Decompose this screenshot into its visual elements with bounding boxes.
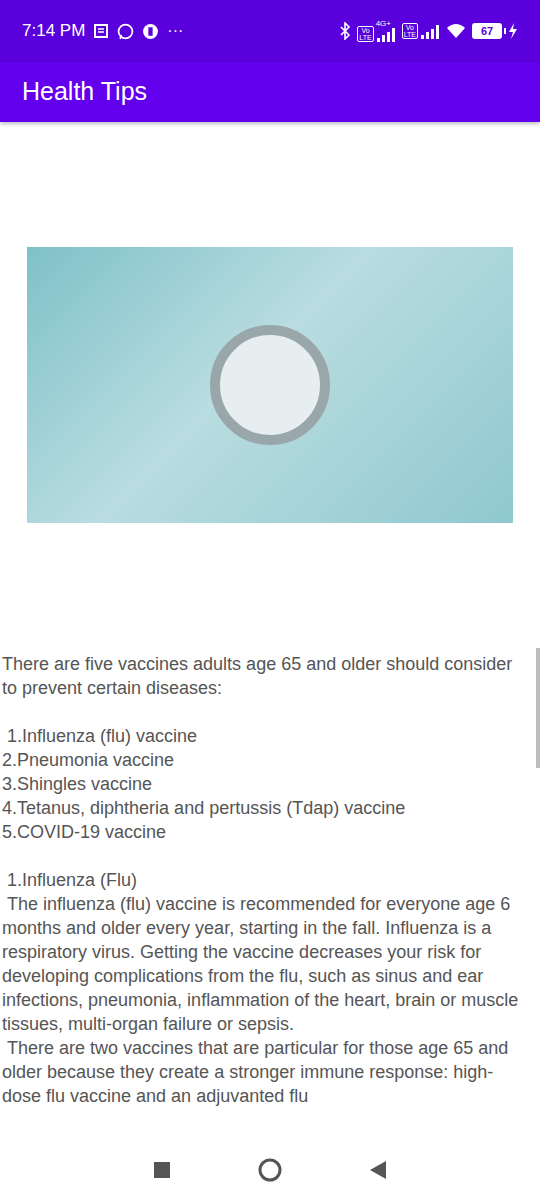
- sim-signal: VoLTE4G+: [357, 20, 395, 42]
- vaccine-list-item: 3.Shingles vaccine: [2, 772, 530, 796]
- vaccine-photo: [27, 247, 513, 523]
- vaccine-list-item: 2.Pneumonia vaccine: [2, 748, 530, 772]
- app-title: Health Tips: [22, 73, 147, 111]
- status-time: 7:14 PM: [22, 18, 85, 44]
- home-icon[interactable]: [258, 1158, 282, 1182]
- vaccine-list-item: 4.Tetanus, diphtheria and pertussis (Tda…: [2, 796, 530, 820]
- charging-icon: [508, 23, 518, 39]
- back-icon[interactable]: [369, 1160, 387, 1180]
- screen: 7:14 PM···VoLTE4G+VoLTE67Health TipsTher…: [0, 0, 540, 1200]
- article-text: There are five vaccines adults age 65 an…: [0, 652, 540, 1108]
- wifi-icon: [446, 23, 466, 39]
- scrollbar[interactable]: [536, 648, 540, 768]
- more-notifications: ···: [167, 19, 183, 43]
- app-bar: Health Tips: [0, 62, 540, 122]
- paragraph: The influenza (flu) vaccine is recommend…: [2, 892, 530, 1036]
- battery: 67: [472, 23, 518, 39]
- battery-level: 67: [481, 25, 493, 37]
- vaccine-list: 1.Influenza (flu) vaccine2.Pneumonia vac…: [2, 724, 530, 844]
- content: There are five vaccines adults age 65 an…: [0, 122, 540, 1140]
- paragraph: There are two vaccines that are particul…: [2, 1036, 530, 1108]
- recents-icon[interactable]: [153, 1161, 171, 1179]
- section-title: 1.Influenza (Flu): [2, 868, 530, 892]
- app-notification-icon: [142, 23, 159, 40]
- volte-badge: VoLTE: [357, 26, 373, 42]
- vaccine-list-item: 5.COVID-19 vaccine: [2, 820, 530, 844]
- network-type: 4G+: [376, 20, 391, 28]
- navigation-bar: [0, 1140, 540, 1200]
- signal-icon: [420, 25, 440, 39]
- bluetooth-icon: [339, 22, 351, 40]
- vaccine-list-item: 1.Influenza (flu) vaccine: [2, 724, 530, 748]
- whatsapp-icon: [117, 23, 134, 40]
- intro-text: There are five vaccines adults age 65 an…: [2, 652, 530, 700]
- status-bar: 7:14 PM···VoLTE4G+VoLTE67: [0, 0, 540, 62]
- signal-icon: [376, 28, 396, 42]
- volte-badge: VoLTE: [402, 23, 418, 39]
- notes-icon: [93, 23, 109, 39]
- sim-signal: VoLTE: [402, 23, 440, 39]
